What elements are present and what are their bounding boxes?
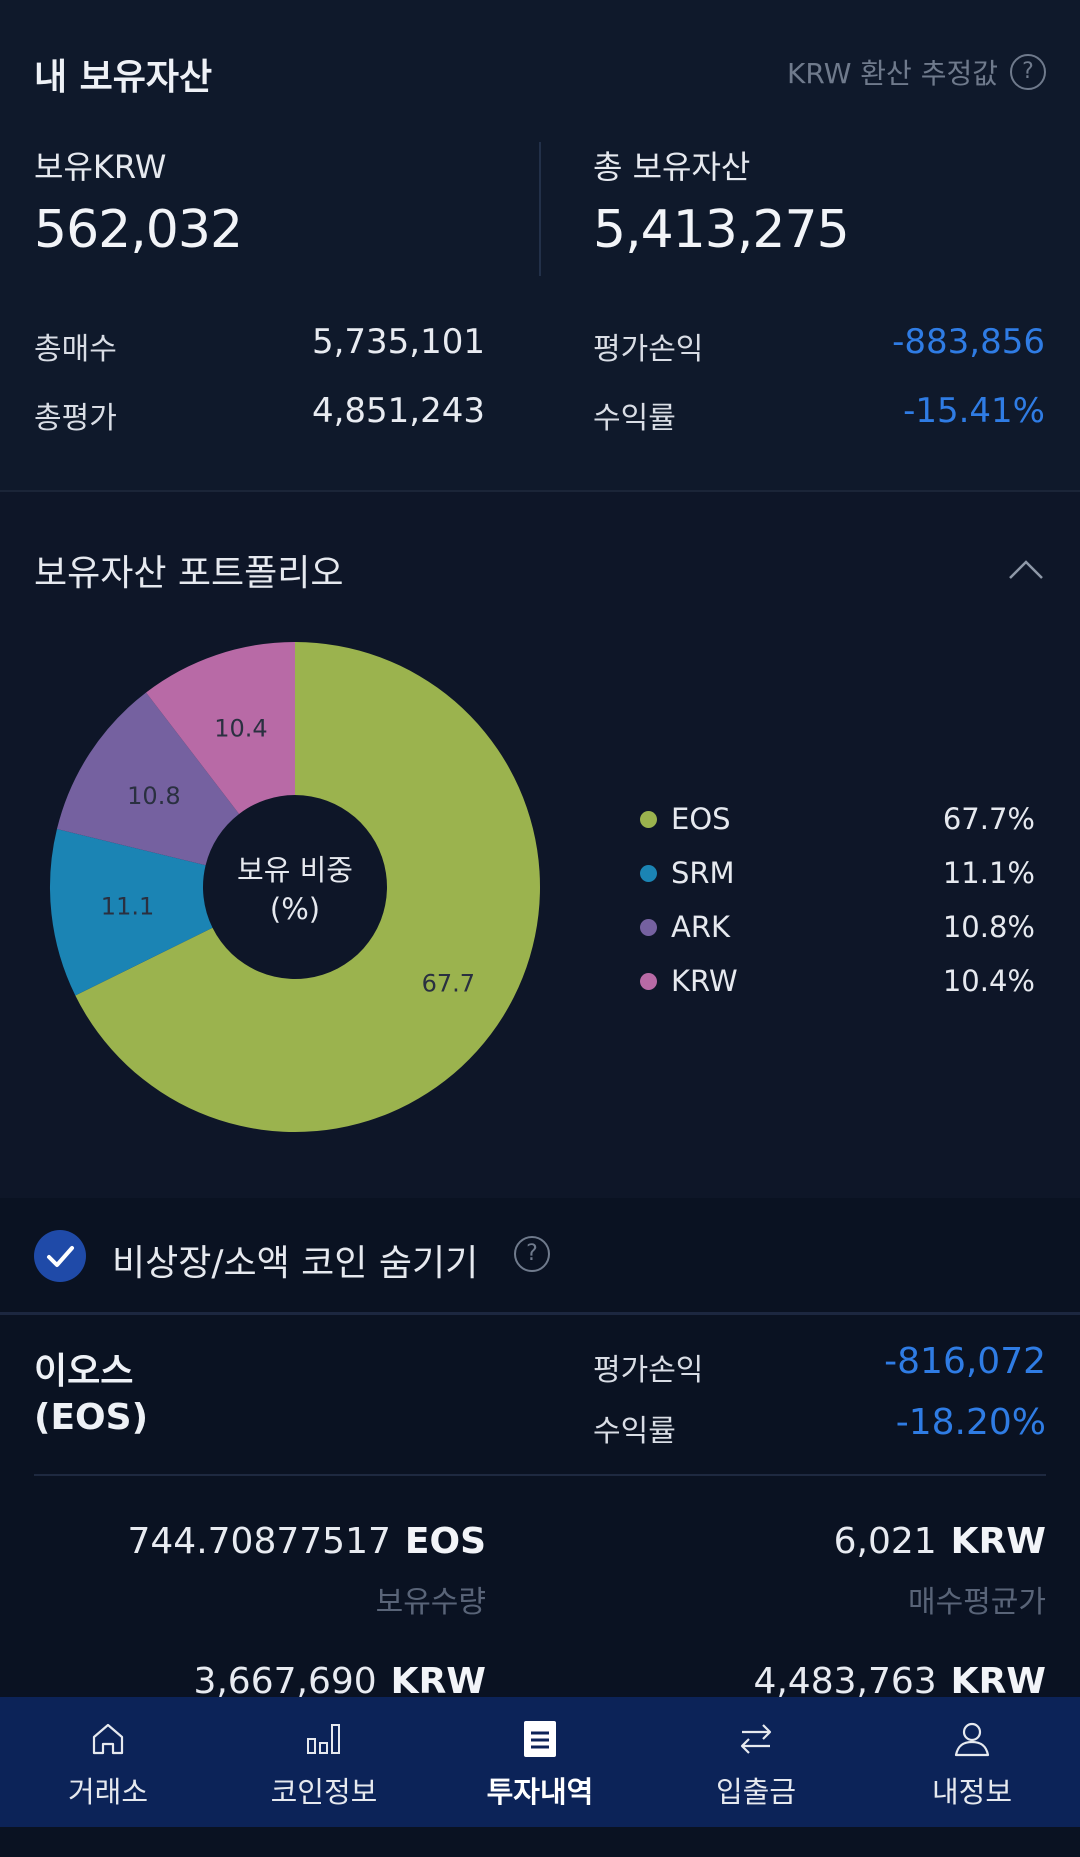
holding-quantity: 744.70877517 EOS [60,1521,486,1562]
asset-summary: 내 보유자산 KRW 환산 추정값 ? 보유KRW 562,032 총 보유자산… [0,0,1080,490]
total-eval-value: 4,851,243 [311,391,485,431]
avg-buy-price-value: 6,021 [833,1521,937,1562]
holding-quantity-unit: EOS [404,1521,486,1562]
portfolio-legend: EOS 67.7% SRM 11.1% ARK 10.8% KRW 10.4% [640,792,1035,1008]
krw-estimate-label: KRW 환산 추정값 [787,57,998,90]
total-buy-label: 총매수 [34,332,117,367]
nav-label-coin-info: 코인정보 [270,1775,378,1809]
nav-item-my-info[interactable]: 내정보 [864,1697,1080,1827]
donut-data-label: 11.1 [101,892,154,920]
coin-row2-right-unit: KRW [950,1661,1046,1702]
total-buy-value: 5,735,101 [311,322,485,362]
bar-chart-icon [307,1724,340,1754]
legend-name: EOS [671,802,731,836]
total-assets-label: 총 보유자산 [593,148,751,186]
donut-data-label: 67.7 [422,969,475,997]
total-assets-value: 5,413,275 [593,200,850,260]
legend-dot [640,972,657,990]
avg-buy-price-label: 매수평균가 [908,1585,1046,1620]
legend-name: KRW [671,964,738,998]
nav-label-deposit-withdraw: 입출금 [715,1775,797,1809]
bottom-system-bar [0,1827,1080,1857]
coin-row2-right-value: 4,483,763 [753,1661,937,1702]
legend-value: 11.1% [942,856,1035,890]
legend-value: 67.7% [942,802,1035,836]
coin-return-label: 수익률 [593,1414,676,1449]
held-krw-label: 보유KRW [34,148,167,186]
legend-value: 10.8% [942,910,1035,944]
donut-data-label: 10.8 [127,782,180,810]
nav-item-coin-info[interactable]: 코인정보 [216,1697,432,1827]
legend-dot [640,864,657,882]
held-krw-value: 562,032 [34,200,243,260]
legend-item: ARK 10.8% [640,900,1035,954]
home-icon [92,1723,124,1755]
question-circle-icon[interactable]: ? [514,1236,550,1272]
avg-buy-price: 6,021 KRW [640,1521,1046,1562]
portfolio-donut-chart: 67.7 11.1 10.8 10.4 보유 비중 (%) [49,642,541,1132]
return-value: -15.41% [903,391,1045,431]
holding-quantity-label: 보유수량 [375,1585,486,1620]
question-circle-icon[interactable]: ? [1010,54,1046,90]
holding-quantity-value: 744.70877517 [127,1521,391,1562]
coin-row2-left: 3,667,690 KRW [60,1661,486,1702]
legend-value: 10.4% [942,964,1035,998]
legend-item: KRW 10.4% [640,954,1035,1008]
donut-center-label: 보유 비중 [237,853,353,887]
nav-label-investments: 투자내역 [486,1775,594,1809]
coin-divider [34,1474,1046,1476]
checkmark-icon [47,1246,74,1267]
legend-item: EOS 67.7% [640,792,1035,846]
nav-item-investments[interactable]: 투자내역 [432,1697,648,1827]
nav-label-my-info: 내정보 [931,1775,1013,1809]
portfolio-title: 보유자산 포트폴리오 [34,553,344,594]
user-icon [954,1722,990,1757]
hide-small-coins-checkbox[interactable] [34,1230,86,1282]
portfolio-section: 보유자산 포트폴리오 67.7 11.1 10.8 10.4 보유 비중 (%) EO… [0,492,1080,1198]
pnl-value: -883,856 [892,322,1045,362]
coin-return-value: -18.20% [895,1402,1046,1443]
return-label: 수익률 [593,401,676,436]
coin-row2-left-value: 3,667,690 [193,1661,377,1702]
vertical-divider [539,142,541,276]
nav-label-exchange: 거래소 [67,1775,149,1809]
coin-pnl-label: 평가손익 [593,1353,704,1388]
coin-row2-left-unit: KRW [390,1661,486,1702]
chevron-up-icon[interactable] [1006,550,1046,590]
list-doc-icon [524,1721,556,1757]
legend-item: SRM 11.1% [640,846,1035,900]
hide-small-coins-label[interactable]: 비상장/소액 코인 숨기기 [112,1234,478,1286]
pnl-label: 평가손익 [593,332,704,367]
legend-name: ARK [671,910,731,944]
legend-dot [640,810,657,828]
total-eval-label: 총평가 [34,401,117,436]
coin-pnl-value: -816,072 [884,1341,1046,1382]
page: 내 보유자산 KRW 환산 추정값 ? 보유KRW 562,032 총 보유자산… [0,0,1080,1857]
hide-small-coins-bar: 비상장/소액 코인 숨기기 ? [0,1198,1080,1312]
avg-buy-price-unit: KRW [950,1521,1046,1562]
coin-name-korean: 이오스 [34,1351,134,1392]
donut-center-unit: (%) [270,892,320,926]
legend-name: SRM [671,856,735,890]
page-title: 내 보유자산 [34,57,213,98]
coin-row2-right: 4,483,763 KRW [640,1661,1046,1702]
coin-name: 이오스 (EOS) [34,1349,148,1441]
transfer-arrows-icon [740,1724,772,1754]
donut-data-label: 10.4 [214,714,267,742]
legend-dot [640,918,657,936]
krw-estimate-note[interactable]: KRW 환산 추정값 ? [787,52,1046,92]
coin-symbol: (EOS) [34,1397,149,1438]
bottom-nav: 거래소 코인정보 투자내역 입출금 내정보 [0,1697,1080,1827]
nav-item-exchange[interactable]: 거래소 [0,1697,216,1827]
nav-item-deposit-withdraw[interactable]: 입출금 [648,1697,864,1827]
